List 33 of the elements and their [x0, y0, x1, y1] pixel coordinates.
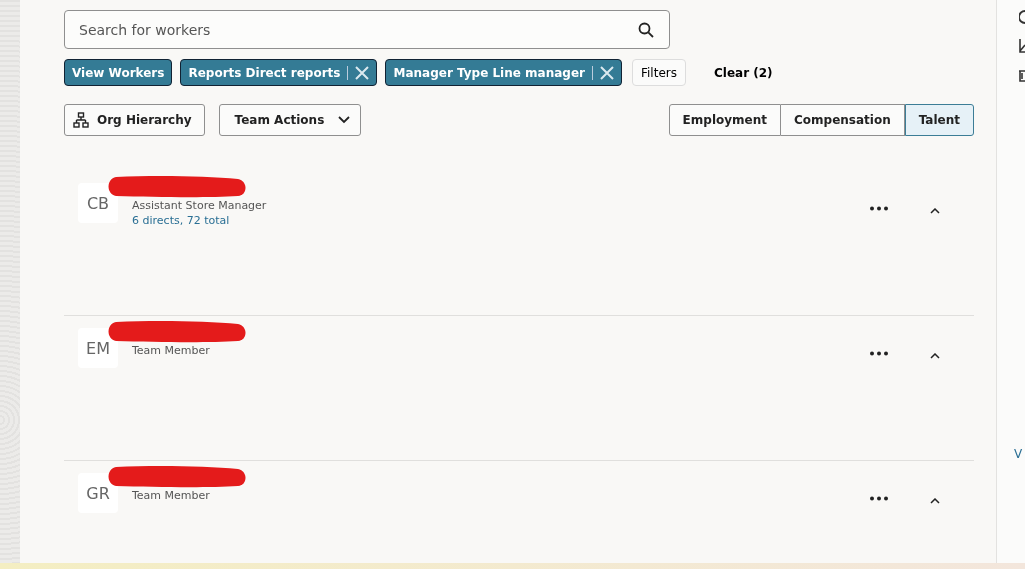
org-hierarchy-button[interactable]: Org Hierarchy [64, 104, 205, 136]
filter-chip[interactable]: Reports Direct reports [180, 59, 378, 86]
more-icon[interactable] [869, 351, 889, 356]
view-tab[interactable]: Compensation [781, 104, 905, 136]
job-title: Team Member [132, 344, 210, 357]
avatar: GR [78, 473, 118, 513]
chip-label: Manager Type Line manager [393, 65, 585, 80]
view-tab[interactable]: Employment [668, 104, 781, 136]
view-tab[interactable]: Talent [904, 104, 974, 136]
job-title: Team Member [132, 489, 210, 502]
clear-button[interactable]: Clear (2) [707, 64, 779, 81]
filters-button[interactable]: Filters [632, 59, 686, 86]
hierarchy-icon [73, 112, 89, 128]
search-field[interactable]: Search for workers [64, 10, 670, 49]
filter-chip[interactable]: View Workers [64, 59, 173, 86]
team-actions-button[interactable]: Team Actions [218, 104, 362, 136]
chip-label: Reports Direct reports [188, 65, 341, 80]
more-icon[interactable] [869, 496, 889, 501]
chevron-up-icon[interactable] [930, 208, 940, 214]
close-icon[interactable] [600, 65, 614, 80]
chip-label: View Workers [72, 65, 165, 80]
search-icon [638, 22, 654, 38]
job-title: Assistant Store Manager [132, 199, 267, 212]
avatar: EM [78, 328, 118, 368]
more-icon[interactable] [869, 206, 889, 211]
side-link[interactable]: V [1014, 447, 1023, 461]
filter-chip[interactable]: Manager Type Line manager [385, 59, 622, 86]
reports-link[interactable]: 6 directs, 72 total [132, 214, 267, 227]
chevron-up-icon[interactable] [930, 498, 940, 504]
avatar: CB [78, 183, 118, 223]
chevron-down-icon [338, 116, 351, 124]
close-icon[interactable] [355, 65, 370, 80]
chevron-up-icon[interactable] [930, 353, 940, 359]
